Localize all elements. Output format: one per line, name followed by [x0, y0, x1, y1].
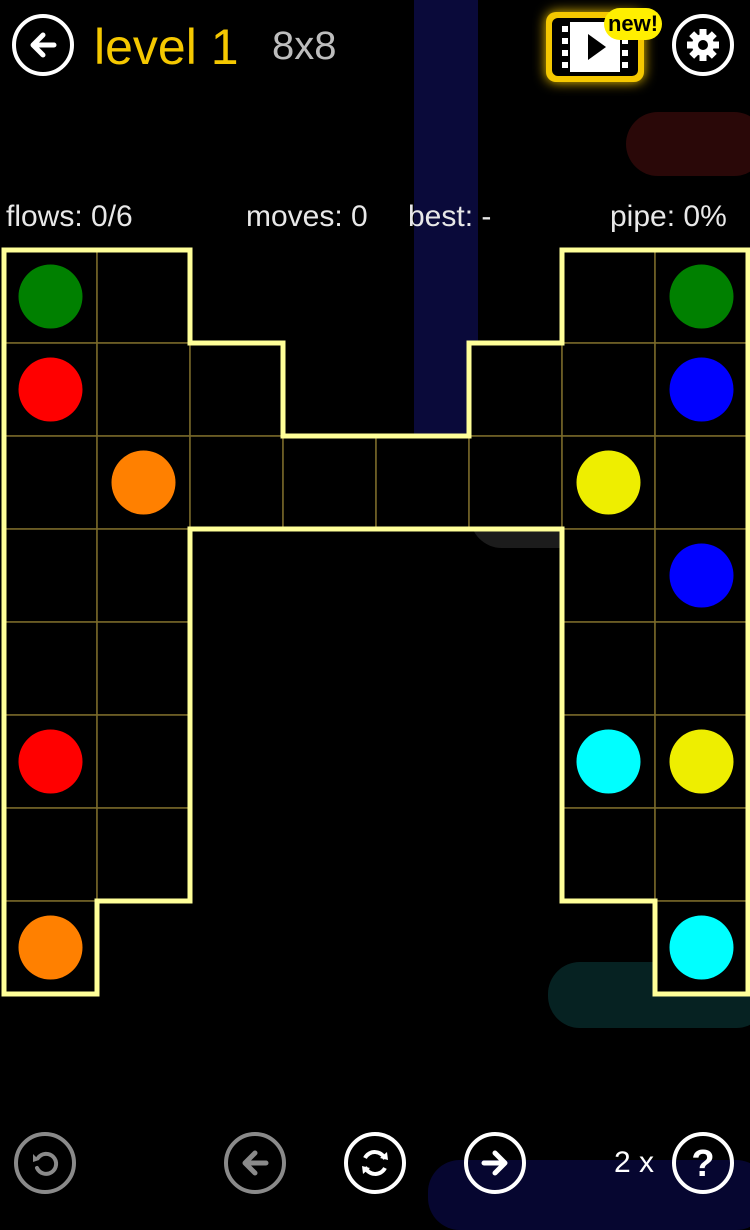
refresh-icon [362, 1150, 388, 1176]
board-cell[interactable] [96, 249, 191, 344]
flow-dot-orange[interactable] [111, 450, 176, 515]
board-cell[interactable] [96, 342, 191, 437]
board-cell[interactable] [3, 621, 98, 716]
flow-dot-cyan[interactable] [576, 729, 641, 794]
svg-text:?: ? [691, 1143, 714, 1183]
flow-dot-green[interactable] [18, 264, 83, 329]
flow-dot-green[interactable] [669, 264, 734, 329]
board-cell[interactable] [654, 435, 749, 530]
arrow-right-icon [481, 1150, 508, 1176]
flow-dot-orange[interactable] [18, 915, 83, 980]
board-cell[interactable] [96, 807, 191, 902]
board-cell[interactable] [468, 342, 563, 437]
flow-dot-yellow[interactable] [669, 729, 734, 794]
previous-level-button[interactable] [224, 1132, 286, 1194]
board-cell[interactable] [3, 807, 98, 902]
board-cell[interactable] [3, 435, 98, 530]
next-level-button[interactable] [464, 1132, 526, 1194]
flow-dot-cyan[interactable] [669, 915, 734, 980]
flow-dot-red[interactable] [18, 357, 83, 422]
board-cell[interactable] [654, 621, 749, 716]
hint-button[interactable]: ? [672, 1132, 734, 1194]
flow-dot-blue[interactable] [669, 357, 734, 422]
board-cell[interactable] [561, 621, 656, 716]
undo-icon [33, 1151, 59, 1176]
restart-button[interactable] [344, 1132, 406, 1194]
board-cell[interactable] [96, 528, 191, 623]
board-cell[interactable] [375, 435, 470, 530]
board-cell[interactable] [654, 807, 749, 902]
board-cell[interactable] [282, 435, 377, 530]
undo-button[interactable] [14, 1132, 76, 1194]
board-cell[interactable] [561, 342, 656, 437]
game-board[interactable] [0, 0, 750, 1213]
board-cell[interactable] [561, 249, 656, 344]
board-cell[interactable] [96, 621, 191, 716]
board-cell[interactable] [189, 342, 284, 437]
board-cell[interactable] [3, 528, 98, 623]
board-cell[interactable] [468, 435, 563, 530]
board-cell[interactable] [561, 528, 656, 623]
board-cell[interactable] [96, 714, 191, 809]
flow-dot-blue[interactable] [669, 543, 734, 608]
flow-dot-red[interactable] [18, 729, 83, 794]
arrow-left-icon [242, 1150, 269, 1176]
board-cell[interactable] [561, 807, 656, 902]
hint-count: 2 x [614, 1146, 655, 1179]
question-mark-icon: ? [691, 1143, 714, 1183]
board-cell[interactable] [189, 435, 284, 530]
flow-dot-yellow[interactable] [576, 450, 641, 515]
